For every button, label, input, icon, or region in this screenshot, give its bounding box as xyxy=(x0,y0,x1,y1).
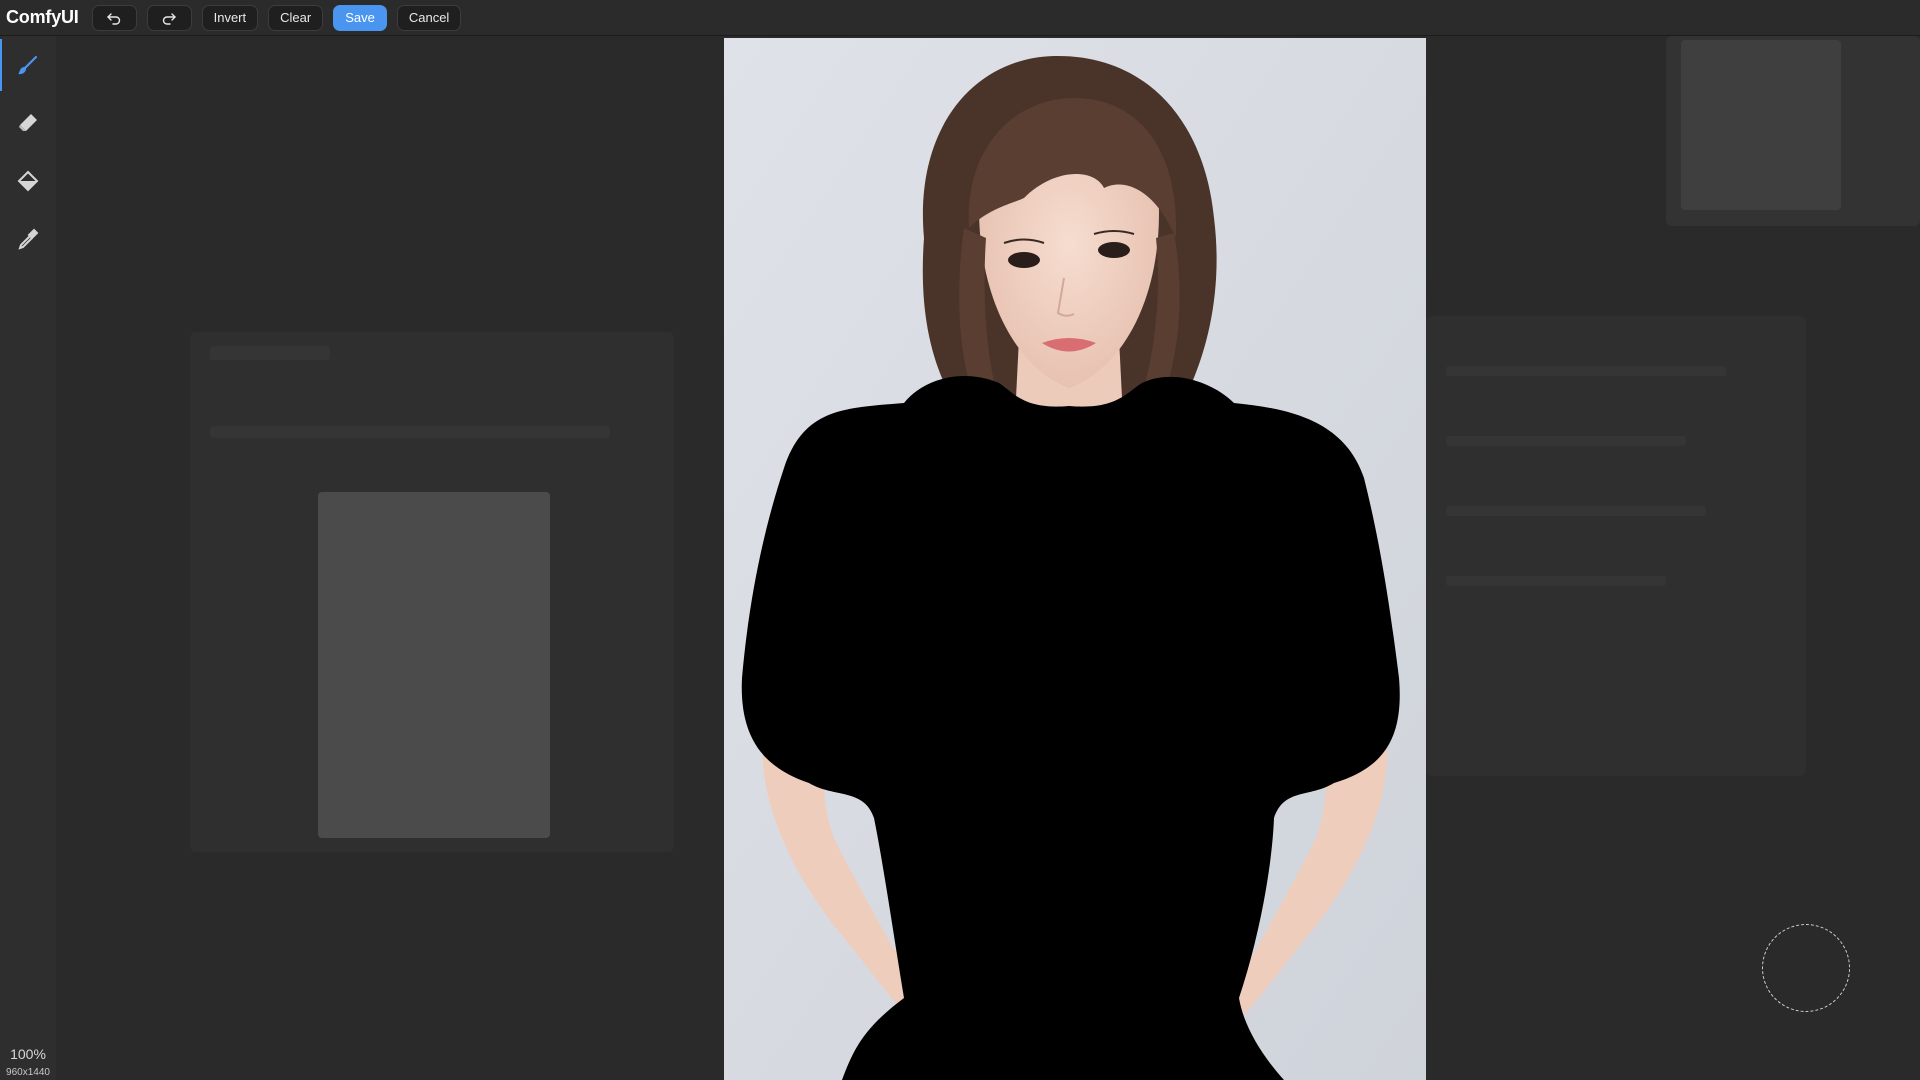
undo-button[interactable] xyxy=(91,4,137,31)
background-node-row xyxy=(1446,436,1686,446)
app-title: ComfyUI xyxy=(6,7,79,27)
background-node-row xyxy=(210,426,610,438)
top-toolbar: ComfyUI Invert Clear Save Cancel xyxy=(0,0,1920,36)
invert-button[interactable]: Invert xyxy=(201,4,259,31)
save-button[interactable]: Save xyxy=(333,4,387,31)
color-picker-tool[interactable] xyxy=(0,210,56,268)
brush-cursor-preview xyxy=(1762,924,1850,1012)
brush-tool[interactable] xyxy=(0,36,56,94)
canvas-image xyxy=(724,38,1426,1080)
eraser-tool[interactable] xyxy=(0,94,56,152)
undo-icon xyxy=(107,12,121,25)
background-node-row xyxy=(1446,506,1706,516)
clear-button[interactable]: Clear xyxy=(268,4,324,31)
eraser-icon xyxy=(19,114,37,131)
background-node-preview xyxy=(1681,40,1841,210)
brush-icon xyxy=(18,55,38,75)
background-node xyxy=(1426,316,1806,776)
background-node-preview xyxy=(318,492,550,838)
eyedropper-icon xyxy=(18,228,39,250)
background-node-row xyxy=(1446,576,1666,586)
paint-bucket-tool[interactable] xyxy=(0,152,56,210)
image-size: 960x1440 xyxy=(6,1067,50,1078)
mask-canvas[interactable] xyxy=(724,38,1426,1080)
cancel-button[interactable]: Cancel xyxy=(396,4,462,31)
tool-rail: 100% 960x1440 xyxy=(0,36,56,1080)
redo-button[interactable] xyxy=(146,4,192,31)
redo-icon xyxy=(162,12,176,25)
background-node-row xyxy=(1446,366,1726,376)
background-node-title xyxy=(210,346,330,360)
paint-bucket-icon xyxy=(17,170,39,192)
zoom-level: 100% xyxy=(10,1046,46,1062)
